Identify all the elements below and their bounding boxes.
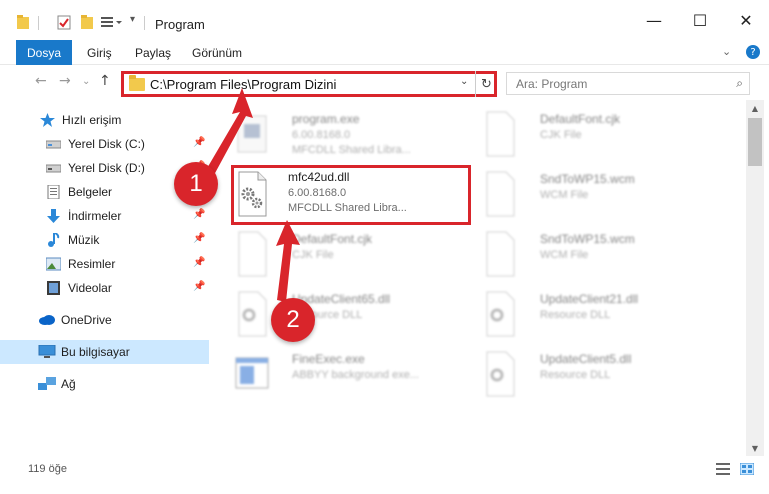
callout-1: 1 [174, 162, 218, 206]
callout-2: 2 [271, 298, 315, 342]
arrow-1 [206, 88, 253, 175]
annotation-arrows [206, 88, 300, 302]
arrow-2 [276, 220, 300, 302]
